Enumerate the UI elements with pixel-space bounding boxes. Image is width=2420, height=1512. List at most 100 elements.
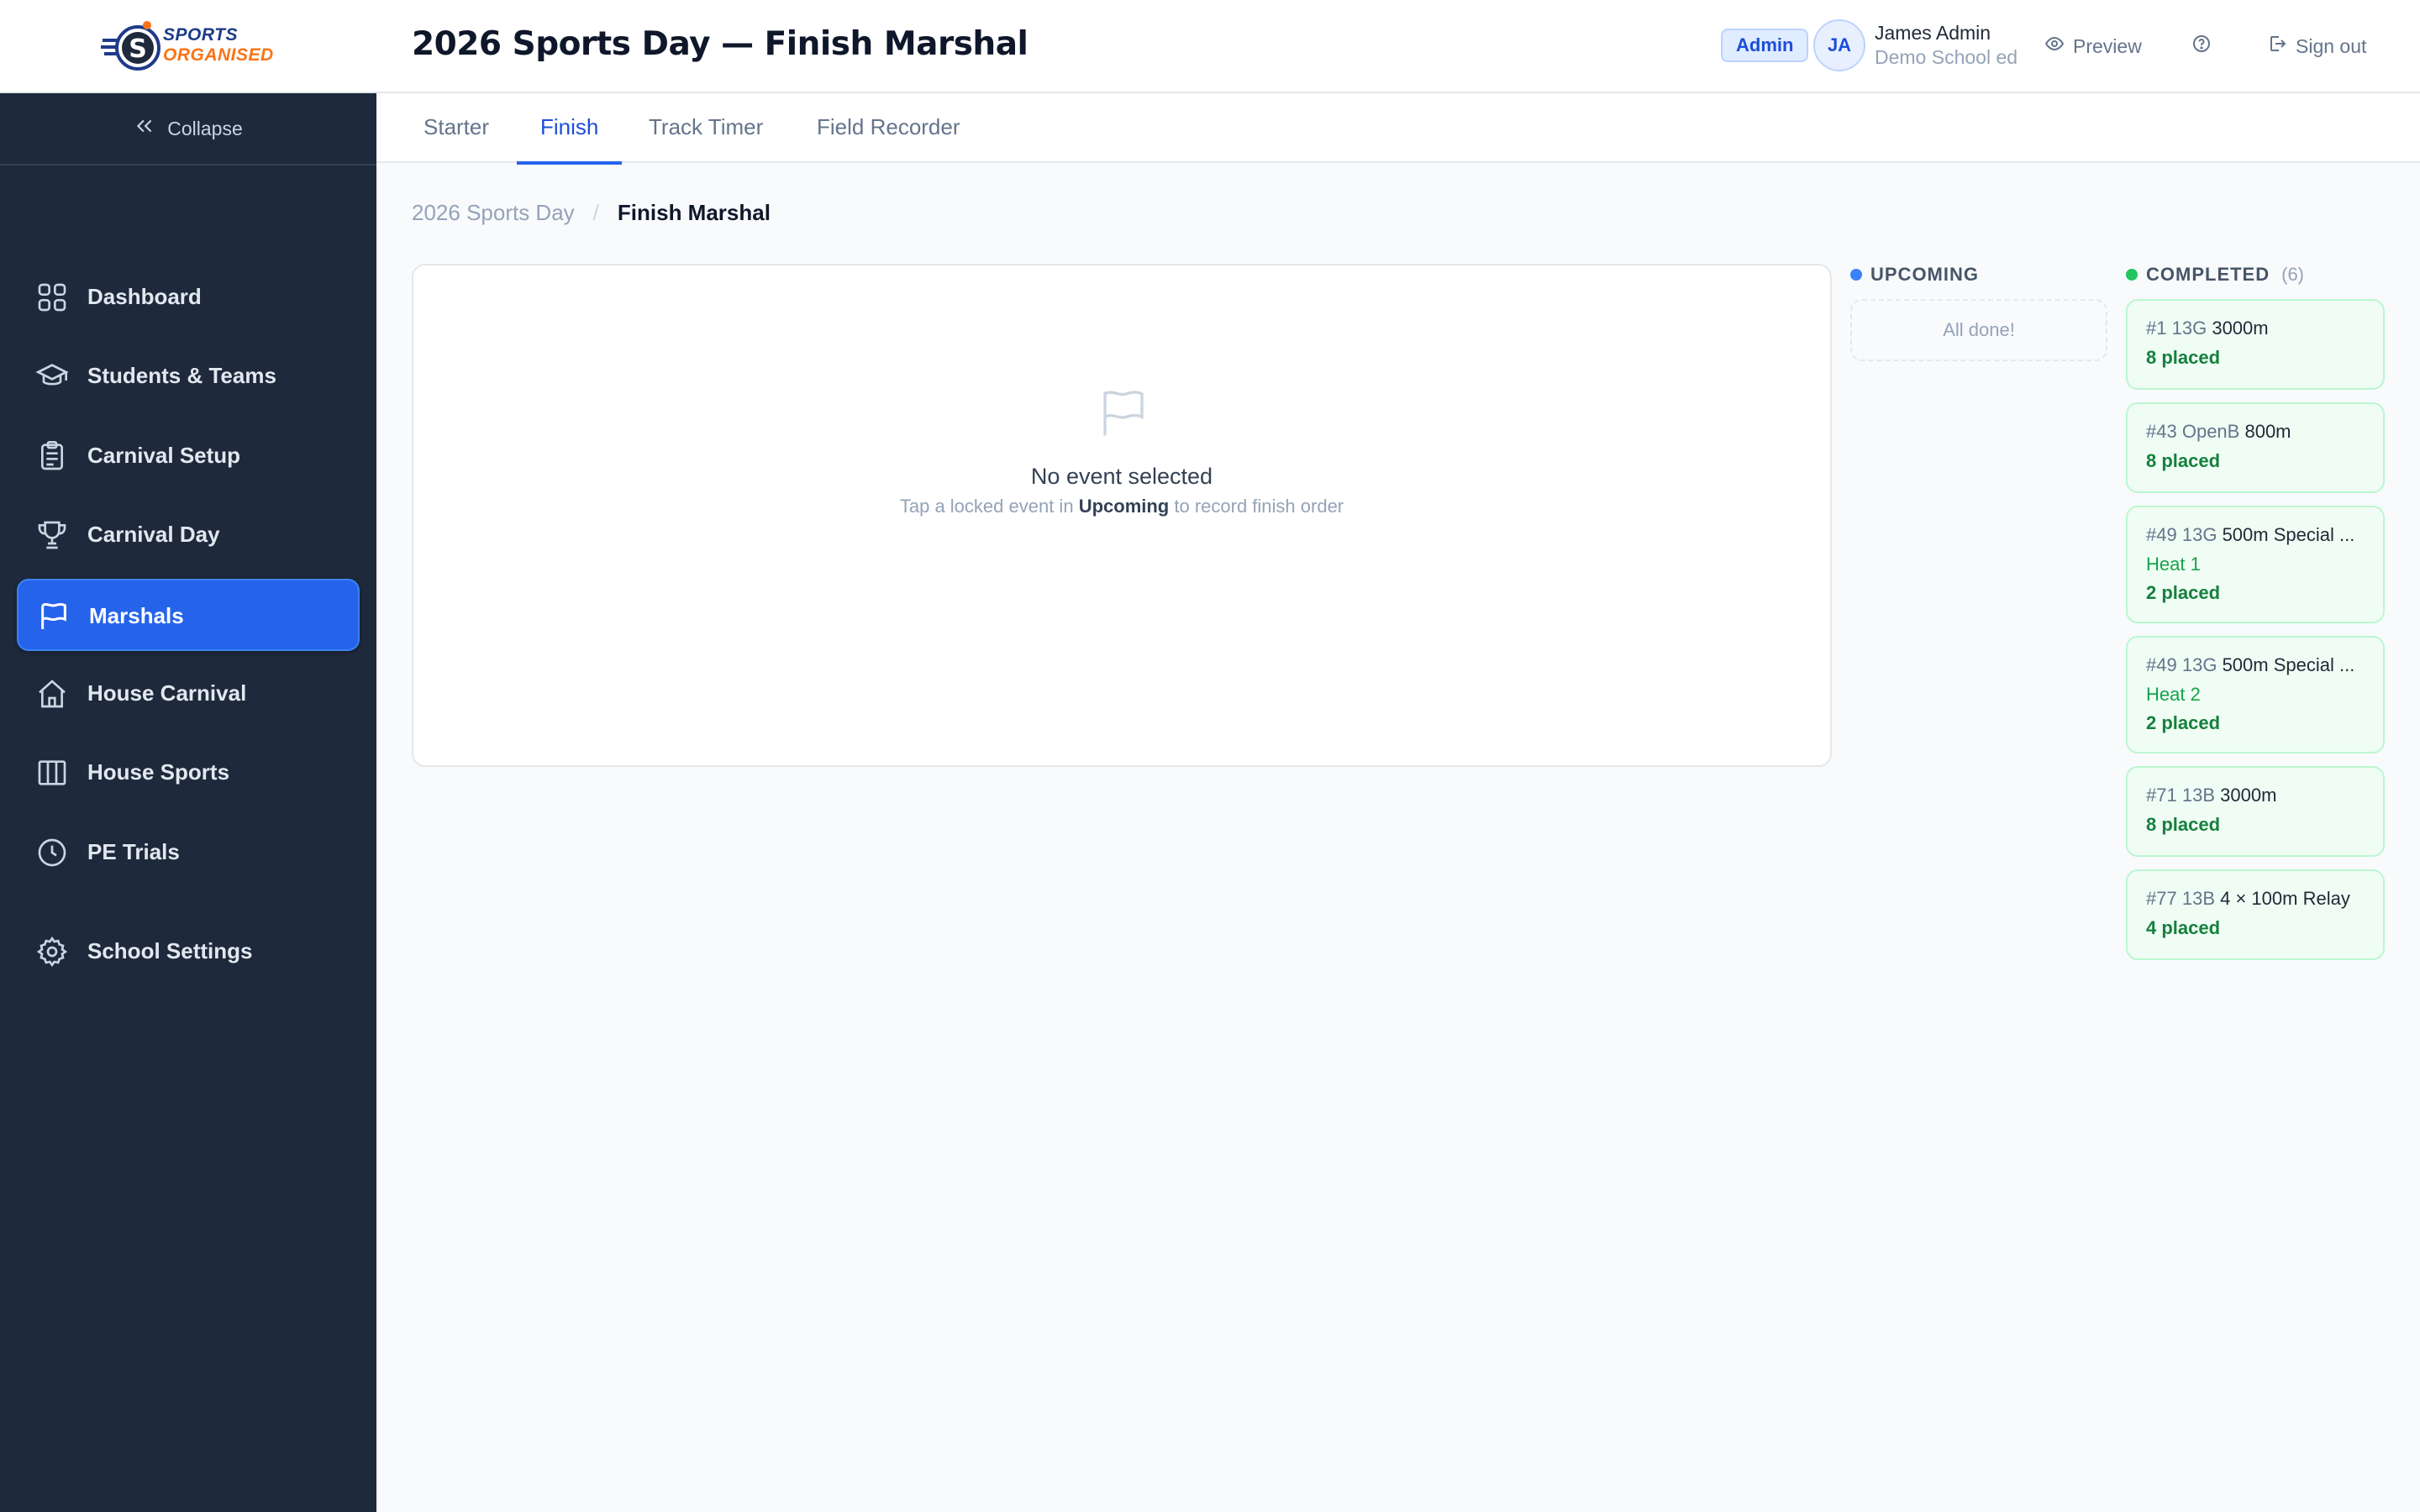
completed-heading-label: COMPLETED (2146, 264, 2270, 285)
sidebar-item-house-carnival[interactable]: House Carnival (17, 658, 360, 730)
sidebar-item-pe-trials[interactable]: PE Trials (17, 816, 360, 889)
event-name: 3000m (2220, 785, 2277, 806)
sidebar-item-house-sports[interactable]: House Sports (17, 737, 360, 809)
gear-icon (35, 935, 69, 969)
sidebar-item-label: Carnival Setup (87, 443, 241, 468)
sidebar: Collapse Dashboard Students & Teams Carn… (0, 93, 376, 1512)
breadcrumb-separator: / (592, 200, 599, 225)
logo-mark-icon: S (101, 21, 160, 71)
sidebar-item-label: School Settings (87, 938, 253, 963)
columns-icon (35, 756, 69, 790)
event-number: #49 (2146, 524, 2177, 545)
completed-event-card[interactable]: #43 OpenB 800m 8 placed (2126, 402, 2385, 493)
tab-starter[interactable]: Starter (424, 93, 489, 163)
event-placed: 4 placed (2146, 917, 2221, 938)
house-icon (35, 677, 69, 711)
sign-out-label: Sign out (2296, 34, 2367, 57)
sidebar-item-students-teams[interactable]: Students & Teams (17, 340, 360, 412)
event-group: 13B (2181, 785, 2215, 806)
sidebar-item-school-settings[interactable]: School Settings (17, 916, 360, 988)
sidebar-item-label: Marshals (89, 603, 184, 628)
sidebar-item-label: Students & Teams (87, 363, 276, 388)
breadcrumb-current: Finish Marshal (617, 200, 771, 225)
event-heat: Heat 2 (2146, 684, 2201, 705)
event-title: #71 13B 3000m (2146, 783, 2365, 808)
completed-event-card[interactable]: #77 13B 4 × 100m Relay 4 placed (2126, 869, 2385, 960)
upcoming-dot (1850, 269, 1862, 281)
sidebar-item-label: PE Trials (87, 839, 180, 864)
role-badge: Admin (1721, 29, 1809, 62)
event-title: #1 13G 3000m (2146, 316, 2365, 341)
empty-state-title: No event selected (1030, 464, 1213, 489)
sign-out-icon (2267, 34, 2287, 59)
trophy-icon (35, 518, 69, 552)
logo-line-1: SPORTS (163, 25, 238, 45)
preview-button[interactable]: Preview (2044, 32, 2142, 60)
user-school: Demo School ed (1875, 46, 2018, 68)
event-name: 800m (2244, 421, 2291, 442)
clipboard-icon (35, 439, 69, 473)
chevrons-left-icon (134, 115, 155, 142)
app-logo[interactable]: S SPORTS ORGANISED (101, 18, 277, 74)
grid-icon (35, 281, 69, 314)
marshal-tabs: Starter Finish Track Timer Field Recorde… (376, 93, 2420, 165)
event-placed: 2 placed (2146, 582, 2221, 603)
breadcrumb: 2026 Sports Day / Finish Marshal (412, 200, 771, 226)
breadcrumb-root[interactable]: 2026 Sports Day (412, 200, 575, 226)
sidebar-item-marshals[interactable]: Marshals (17, 579, 360, 651)
event-group: 13G (2181, 654, 2217, 675)
event-number: #49 (2146, 654, 2177, 675)
completed-event-card[interactable]: #71 13B 3000m 8 placed (2126, 766, 2385, 857)
help-button[interactable] (2191, 32, 2212, 60)
preview-label: Preview (2073, 34, 2142, 57)
sign-out-button[interactable]: Sign out (2267, 32, 2366, 60)
event-title: #77 13B 4 × 100m Relay (2146, 886, 2365, 911)
upcoming-heading-label: UPCOMING (1870, 264, 1979, 285)
event-number: #43 (2146, 421, 2177, 442)
eye-icon (2044, 34, 2065, 59)
event-title: #43 OpenB 800m (2146, 419, 2365, 444)
empty-state-subtitle-post: to record finish order (1174, 496, 1344, 517)
completed-heading: COMPLETED (6) (2126, 264, 2304, 286)
event-placed: 8 placed (2146, 347, 2221, 368)
collapse-button[interactable]: Collapse (0, 93, 376, 165)
event-placed: 8 placed (2146, 450, 2221, 471)
event-name: 500m Special ... (2222, 524, 2355, 545)
flag-icon (37, 600, 71, 633)
completed-event-card[interactable]: #49 13G 500m Special ... Heat 2 2 placed (2126, 636, 2385, 753)
event-group: 13G (2171, 318, 2207, 339)
sidebar-item-label: Dashboard (87, 284, 202, 309)
avatar[interactable]: JA (1813, 19, 1865, 71)
event-title: #49 13G 500m Special ... (2146, 522, 2365, 548)
clock-icon (35, 836, 69, 869)
completed-event-card[interactable]: #49 13G 500m Special ... Heat 1 2 placed (2126, 506, 2385, 623)
graduation-cap-icon (35, 360, 69, 393)
logo-wordmark: SPORTS ORGANISED (163, 25, 274, 66)
event-placed: 2 placed (2146, 712, 2221, 733)
sidebar-item-label: House Carnival (87, 680, 247, 706)
tab-track-timer[interactable]: Track Timer (649, 93, 763, 163)
sidebar-item-carnival-day[interactable]: Carnival Day (17, 499, 360, 571)
event-group: 13G (2181, 524, 2217, 545)
event-name: 500m Special ... (2222, 654, 2355, 675)
sidebar-item-dashboard[interactable]: Dashboard (17, 261, 360, 333)
event-number: #77 (2146, 888, 2177, 909)
page-title: 2026 Sports Day — Finish Marshal (412, 25, 1028, 63)
completed-dot (2126, 269, 2138, 281)
empty-state-subtitle: Tap a locked event in Upcoming to record… (413, 496, 1830, 517)
completed-count: (6) (2281, 264, 2305, 285)
logo-line-2: ORGANISED (163, 45, 274, 65)
tab-field-recorder[interactable]: Field Recorder (817, 93, 960, 163)
event-group: 13B (2181, 888, 2215, 909)
upcoming-heading: UPCOMING (1850, 264, 1979, 286)
sidebar-item-label: Carnival Day (87, 522, 220, 547)
user-name: James Admin (1875, 22, 1991, 44)
flag-icon (1096, 385, 1151, 440)
event-group: OpenB (2181, 421, 2240, 442)
sidebar-item-carnival-setup[interactable]: Carnival Setup (17, 420, 360, 492)
completed-event-card[interactable]: #1 13G 3000m 8 placed (2126, 299, 2385, 390)
event-heat: Heat 1 (2146, 554, 2201, 575)
tab-finish[interactable]: Finish (516, 93, 623, 165)
sidebar-item-label: House Sports (87, 759, 230, 785)
collapse-label: Collapse (167, 117, 243, 139)
